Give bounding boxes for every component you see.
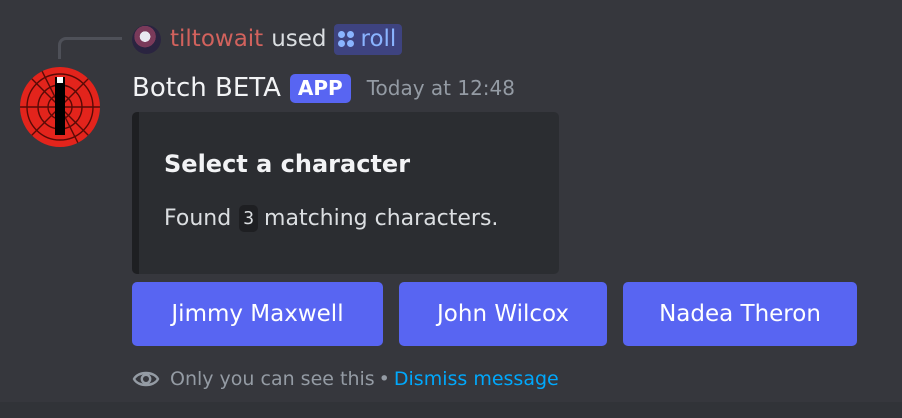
bot-name[interactable]: Botch BETA bbox=[132, 73, 281, 103]
message-header: Botch BETA APP Today at 12:48 bbox=[132, 70, 515, 106]
eye-icon bbox=[132, 367, 160, 391]
reply-used-label: used bbox=[271, 26, 327, 52]
reply-avatar[interactable] bbox=[132, 24, 161, 54]
ephemeral-message: tiltowait used roll Botch BETA APP Today… bbox=[0, 0, 902, 402]
command-mention[interactable]: roll bbox=[333, 23, 403, 55]
embed: Select a character Found 3 matching char… bbox=[132, 112, 559, 274]
character-count: 3 bbox=[239, 205, 259, 232]
embed-title: Select a character bbox=[164, 150, 411, 178]
avatar[interactable] bbox=[20, 67, 100, 147]
character-button-john-wilcox[interactable]: John Wilcox bbox=[399, 282, 607, 346]
ephemeral-notice: Only you can see this bbox=[170, 368, 375, 390]
command-name: roll bbox=[360, 26, 397, 52]
character-button-nadea-theron[interactable]: Nadea Theron bbox=[623, 282, 857, 346]
timestamp[interactable]: Today at 12:48 bbox=[367, 76, 515, 100]
dismiss-message-link[interactable]: Dismiss message bbox=[394, 368, 559, 390]
embed-description-prefix: Found bbox=[164, 206, 232, 231]
character-button-jimmy-maxwell[interactable]: Jimmy Maxwell bbox=[132, 282, 383, 346]
reply-context[interactable]: tiltowait used roll bbox=[132, 22, 403, 56]
bottom-strip bbox=[0, 402, 902, 418]
app-badge: APP bbox=[289, 73, 351, 103]
reply-spine bbox=[58, 37, 122, 59]
slash-command-icon bbox=[337, 31, 354, 47]
embed-description-suffix: matching characters. bbox=[264, 206, 499, 231]
embed-description: Found 3 matching characters. bbox=[164, 205, 498, 232]
reply-username[interactable]: tiltowait bbox=[170, 26, 263, 52]
ephemeral-footer: Only you can see this • Dismiss message bbox=[132, 364, 559, 394]
footer-separator: • bbox=[378, 368, 390, 390]
red-spiderweb-avatar-icon bbox=[20, 67, 100, 147]
